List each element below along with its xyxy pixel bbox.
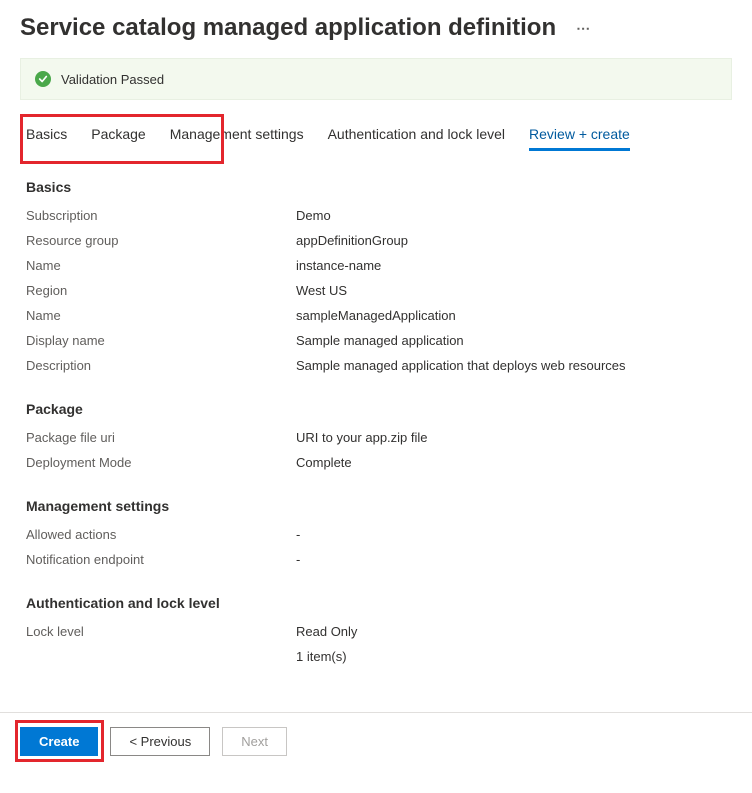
section-package-title: Package [26, 401, 726, 417]
section-management-title: Management settings [26, 498, 726, 514]
row-notification-endpoint: Notification endpoint - [26, 551, 726, 569]
row-package-file-uri: Package file uri URI to your app.zip fil… [26, 429, 726, 447]
value-items-count: 1 item(s) [296, 648, 347, 666]
row-name-instance: Name instance-name [26, 257, 726, 275]
tab-review-create[interactable]: Review + create [529, 120, 630, 151]
review-content: Basics Subscription Demo Resource group … [0, 179, 752, 712]
row-items-count: 1 item(s) [26, 648, 726, 666]
tab-basics[interactable]: Basics [26, 120, 67, 151]
footer-actions: Create < Previous Next [0, 712, 752, 770]
label-allowed-actions: Allowed actions [26, 526, 296, 544]
row-deployment-mode: Deployment Mode Complete [26, 454, 726, 472]
row-name-app: Name sampleManagedApplication [26, 307, 726, 325]
tab-management-settings[interactable]: Management settings [170, 120, 304, 151]
page-header: Service catalog managed application defi… [0, 0, 752, 50]
value-resource-group: appDefinitionGroup [296, 232, 408, 250]
label-resource-group: Resource group [26, 232, 296, 250]
validation-message: Validation Passed [61, 72, 164, 87]
value-display-name: Sample managed application [296, 332, 464, 350]
value-region: West US [296, 282, 347, 300]
row-allowed-actions: Allowed actions - [26, 526, 726, 544]
validation-banner: Validation Passed [20, 58, 732, 100]
label-name-instance: Name [26, 257, 296, 275]
label-description: Description [26, 357, 296, 375]
value-subscription: Demo [296, 207, 331, 225]
value-name-instance: instance-name [296, 257, 381, 275]
row-display-name: Display name Sample managed application [26, 332, 726, 350]
label-lock-level: Lock level [26, 623, 296, 641]
value-deployment-mode: Complete [296, 454, 352, 472]
tabs-bar: Basics Package Management settings Authe… [0, 120, 752, 151]
section-basics-title: Basics [26, 179, 726, 195]
row-resource-group: Resource group appDefinitionGroup [26, 232, 726, 250]
more-icon[interactable]: ⋯ [576, 20, 591, 37]
label-region: Region [26, 282, 296, 300]
create-button[interactable]: Create [20, 727, 98, 756]
section-auth-title: Authentication and lock level [26, 595, 726, 611]
tab-auth-lock[interactable]: Authentication and lock level [328, 120, 505, 151]
check-circle-icon [35, 71, 51, 87]
label-notification-endpoint: Notification endpoint [26, 551, 296, 569]
tab-package[interactable]: Package [91, 120, 145, 151]
label-subscription: Subscription [26, 207, 296, 225]
label-package-file-uri: Package file uri [26, 429, 296, 447]
label-display-name: Display name [26, 332, 296, 350]
row-subscription: Subscription Demo [26, 207, 726, 225]
section-management: Management settings Allowed actions - No… [26, 498, 726, 569]
row-region: Region West US [26, 282, 726, 300]
label-name-app: Name [26, 307, 296, 325]
value-allowed-actions: - [296, 526, 300, 544]
section-package: Package Package file uri URI to your app… [26, 401, 726, 472]
label-deployment-mode: Deployment Mode [26, 454, 296, 472]
value-description: Sample managed application that deploys … [296, 357, 626, 375]
section-basics: Basics Subscription Demo Resource group … [26, 179, 726, 375]
row-description: Description Sample managed application t… [26, 357, 726, 375]
page-title-text: Service catalog managed application defi… [20, 14, 556, 42]
label-items-count [26, 648, 296, 666]
row-lock-level: Lock level Read Only [26, 623, 726, 641]
previous-button[interactable]: < Previous [110, 727, 210, 756]
value-lock-level: Read Only [296, 623, 357, 641]
value-notification-endpoint: - [296, 551, 300, 569]
value-name-app: sampleManagedApplication [296, 307, 456, 325]
section-auth-lock: Authentication and lock level Lock level… [26, 595, 726, 666]
next-button: Next [222, 727, 287, 756]
value-package-file-uri: URI to your app.zip file [296, 429, 428, 447]
